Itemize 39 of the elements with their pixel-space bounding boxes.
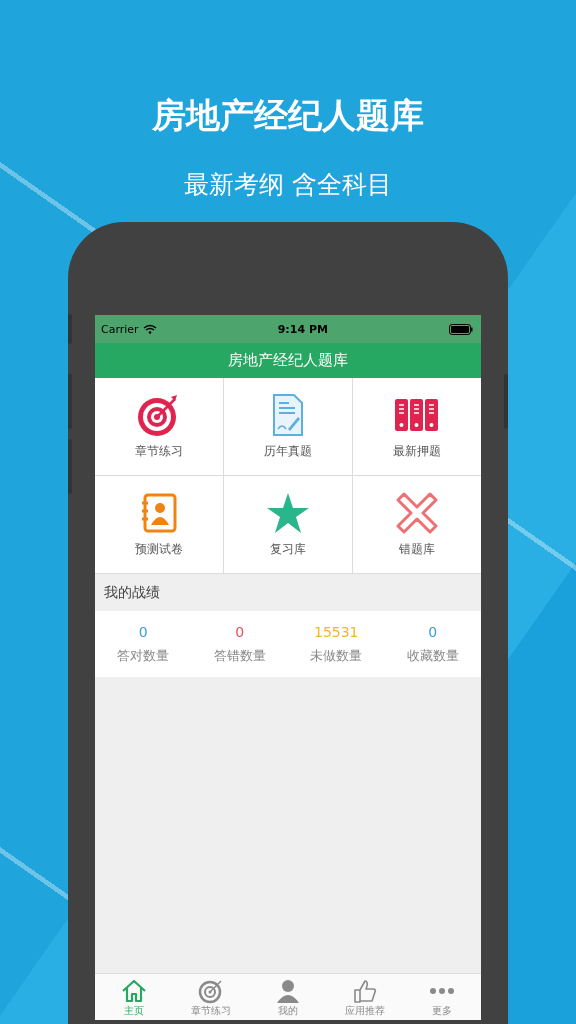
menu-label: 历年真题 xyxy=(264,443,312,460)
close-icon xyxy=(395,491,439,535)
tab-item[interactable]: 应用推荐 xyxy=(326,974,404,1020)
tab-item[interactable]: 我的 xyxy=(249,974,327,1020)
stat-label: 答对数量 xyxy=(117,646,170,665)
star-icon xyxy=(266,491,310,535)
stat-label: 收藏数量 xyxy=(406,646,459,665)
target-icon xyxy=(197,977,224,1004)
menu-tile[interactable]: 复习库 xyxy=(224,476,352,573)
menu-tile[interactable]: 章节练习 xyxy=(95,378,223,475)
thumbs-up-icon xyxy=(352,977,379,1004)
nav-title: 房地产经纪人题库 xyxy=(228,351,348,370)
carrier-text: Carrier xyxy=(101,322,139,336)
battery-icon xyxy=(449,323,473,335)
menu-tile[interactable]: 历年真题 xyxy=(224,378,352,475)
person-icon xyxy=(275,977,301,1004)
menu-tile[interactable]: 错题库 xyxy=(353,476,481,573)
menu-label: 错题库 xyxy=(399,541,435,558)
stat-label: 答错数量 xyxy=(213,646,266,665)
stat-value: 0 xyxy=(235,623,245,640)
menu-label: 最新押题 xyxy=(393,443,441,460)
menu-tile[interactable]: 预测试卷 xyxy=(95,476,223,573)
promo-subtitle: 最新考纲 含全科目 xyxy=(184,169,392,201)
stat-value: 0 xyxy=(428,623,438,640)
menu-tile[interactable]: 最新押题 xyxy=(353,378,481,475)
tab-item[interactable]: 更多 xyxy=(403,974,481,1020)
tab-item[interactable]: 章节练习 xyxy=(172,974,250,1020)
home-icon xyxy=(120,977,147,1004)
more-icon xyxy=(429,987,456,994)
menu-label: 复习库 xyxy=(270,541,306,558)
stat-value: 0 xyxy=(138,623,148,640)
promo-headline: 房地产经纪人题库 xyxy=(152,94,424,137)
wifi-icon xyxy=(142,324,157,334)
stat-value: 15531 xyxy=(313,623,359,640)
stat-label: 未做数量 xyxy=(310,646,363,665)
status-time: 9:14 PM xyxy=(277,322,328,336)
section-title: 我的战绩 xyxy=(104,583,160,602)
menu-label: 章节练习 xyxy=(135,443,183,460)
menu-label: 预测试卷 xyxy=(135,541,183,558)
